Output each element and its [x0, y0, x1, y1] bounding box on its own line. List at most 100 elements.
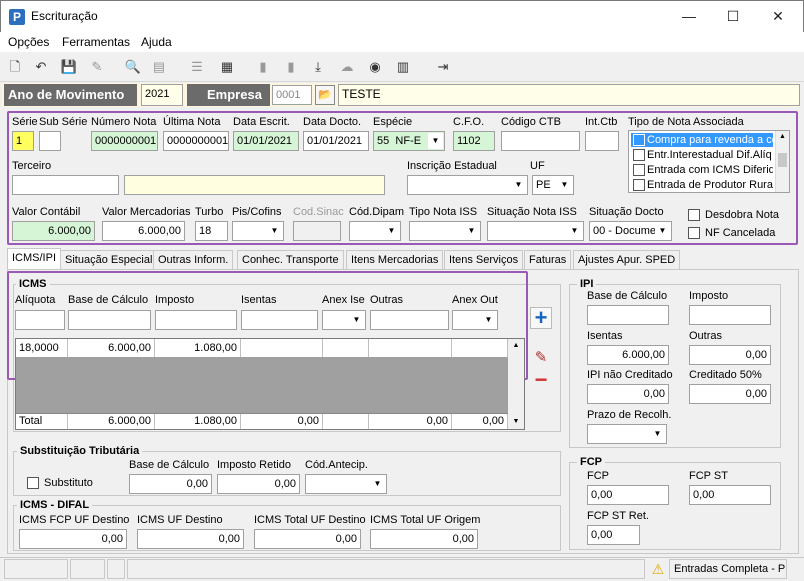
terceiro-code-field[interactable]: [12, 175, 119, 195]
grid-scrollbar[interactable]: ▲ ▼: [508, 339, 524, 429]
exit-icon[interactable]: ⇥: [434, 58, 452, 76]
anex-out-select[interactable]: ▼: [452, 310, 498, 330]
checkbox-icon[interactable]: [633, 179, 645, 191]
download-icon[interactable]: ⤓: [309, 58, 327, 76]
remove-icon[interactable]: −: [530, 369, 552, 392]
valor-merc-field[interactable]: 6.000,00: [102, 221, 185, 241]
scroll-up-icon[interactable]: ▲: [508, 339, 524, 353]
folder-icon[interactable]: ▮: [254, 58, 272, 76]
preview-icon[interactable]: 🔍: [124, 58, 142, 76]
tab-situacao-especial[interactable]: Situação Especial: [60, 250, 158, 270]
tab-itens-servicos[interactable]: Itens Serviços: [444, 250, 524, 270]
base-calculo-input[interactable]: [68, 310, 151, 330]
list-item[interactable]: Entr.Interestadual Dif.Alíq: [631, 148, 773, 162]
list-item[interactable]: Entrada com ICMS Diferido: [631, 163, 773, 177]
ipi-cred50-field[interactable]: 0,00: [689, 384, 771, 404]
clear-icon[interactable]: ✎: [88, 58, 106, 76]
cod-dipam-select[interactable]: ▼: [349, 221, 401, 241]
turbo-field[interactable]: 18: [195, 221, 228, 241]
difal-uf-field[interactable]: 0,00: [137, 529, 244, 549]
sit-docto-select[interactable]: 00 - Documen ▼: [589, 221, 672, 241]
difal-origem-field[interactable]: 0,00: [370, 529, 478, 549]
list-item[interactable]: Compra para revenda a co: [631, 133, 773, 147]
new-document-icon[interactable]: 🗋: [6, 58, 24, 76]
checkbox-icon[interactable]: [633, 164, 645, 176]
tab-outras-inform[interactable]: Outras Inform.: [153, 250, 234, 270]
maximize-button[interactable]: ☐: [710, 0, 756, 32]
outras-input[interactable]: [370, 310, 449, 330]
fcp-st-field[interactable]: 0,00: [689, 485, 771, 505]
tab-faturas[interactable]: Faturas: [524, 250, 572, 270]
data-escrit-field[interactable]: 01/01/2021: [233, 131, 299, 151]
codigo-ctb-field[interactable]: [501, 131, 580, 151]
ipi-isentas-field[interactable]: 6.000,00: [587, 345, 669, 365]
data-docto-field[interactable]: 01/01/2021: [303, 131, 369, 151]
empresa-code-field[interactable]: 0001: [272, 85, 312, 105]
pis-select[interactable]: ▼: [232, 221, 284, 241]
subserie-field[interactable]: [39, 131, 61, 151]
int-ctb-field[interactable]: [585, 131, 619, 151]
tab-ajustes-sped[interactable]: Ajustes Apur. SPED: [573, 250, 681, 270]
serie-field[interactable]: 1: [12, 131, 34, 151]
fcp-field[interactable]: 0,00: [587, 485, 669, 505]
tipo-nota-list[interactable]: Compra para revenda a co Entr.Interestad…: [628, 130, 790, 193]
ipi-base-field[interactable]: [587, 305, 669, 325]
calculator-icon[interactable]: ▦: [218, 58, 236, 76]
numero-field[interactable]: 0000000001: [91, 131, 158, 151]
ipi-outras-field[interactable]: 0,00: [689, 345, 771, 365]
edit-icon[interactable]: ✎: [530, 347, 552, 369]
anex-ise-select[interactable]: ▼: [322, 310, 366, 330]
menu-ferramentas[interactable]: Ferramentas: [62, 35, 130, 49]
scrollbar[interactable]: ▲: [775, 131, 789, 192]
nfe-icon[interactable]: ▤: [150, 58, 168, 76]
fcp-ret-field[interactable]: 0,00: [587, 525, 640, 545]
tipo-iss-select[interactable]: ▼: [409, 221, 481, 241]
substituto-checkbox[interactable]: [27, 477, 39, 489]
cancelada-checkbox[interactable]: [688, 227, 700, 239]
imposto-input[interactable]: [155, 310, 237, 330]
valor-contabil-field[interactable]: 6.000,00: [12, 221, 95, 241]
cell-anex-ise: [323, 339, 369, 357]
insc-select[interactable]: ▼: [407, 175, 528, 195]
desdobra-checkbox[interactable]: [688, 209, 700, 221]
checkbox-icon[interactable]: [633, 134, 645, 146]
difal-total-field[interactable]: 0,00: [254, 529, 361, 549]
minimize-button[interactable]: —: [666, 0, 712, 32]
menu-ajuda[interactable]: Ajuda: [141, 35, 172, 49]
layout-icon[interactable]: ▥: [394, 58, 412, 76]
tree-icon[interactable]: ☰: [188, 58, 206, 76]
difal-fcp-field[interactable]: 0,00: [19, 529, 127, 549]
st-base-field[interactable]: 0,00: [129, 474, 212, 494]
st-retido-field[interactable]: 0,00: [217, 474, 300, 494]
ipi-prazo-select[interactable]: ▼: [587, 424, 667, 444]
close-button[interactable]: ✕: [755, 0, 801, 32]
ultima-field[interactable]: 0000000001: [163, 131, 229, 151]
table-row[interactable]: 18,0000 6.000,00 1.080,00: [16, 339, 508, 357]
cnab-icon[interactable]: ◉: [366, 58, 384, 76]
undo-icon[interactable]: ↶: [32, 58, 50, 76]
cloud-icon[interactable]: ☁: [338, 58, 356, 76]
aliquota-input[interactable]: [15, 310, 65, 330]
ipi-imposto-field[interactable]: [689, 305, 771, 325]
ipi-nao-cred-field[interactable]: 0,00: [587, 384, 669, 404]
sit-iss-select[interactable]: ▼: [487, 221, 584, 241]
list-item[interactable]: Entrada de Produtor Rural: [631, 178, 773, 192]
tab-conhec-transporte[interactable]: Conhec. Transporte: [237, 250, 344, 270]
tab-itens-mercadorias[interactable]: Itens Mercadorias: [346, 250, 444, 270]
document-icon[interactable]: ▮: [282, 58, 300, 76]
menu-opcoes[interactable]: Opções: [8, 35, 49, 49]
especie-select[interactable]: 55 NF-E ▼: [373, 131, 445, 151]
checkbox-icon[interactable]: [633, 149, 645, 161]
st-antecip-select[interactable]: ▼: [305, 474, 387, 494]
add-icon[interactable]: +: [530, 307, 552, 329]
save-icon[interactable]: 💾: [60, 58, 78, 76]
tab-icms-ipi[interactable]: ICMS/IPI: [7, 248, 62, 270]
cfo-field[interactable]: 1102: [453, 131, 495, 151]
isentas-input[interactable]: [241, 310, 318, 330]
scroll-thumb[interactable]: [778, 153, 787, 167]
ano-field[interactable]: 2021: [141, 84, 183, 106]
uf-select[interactable]: PE ▼: [532, 175, 574, 195]
folder-open-icon[interactable]: 📂: [315, 85, 335, 105]
scroll-up-icon[interactable]: ▲: [776, 131, 789, 143]
scroll-down-icon[interactable]: ▼: [508, 415, 524, 429]
